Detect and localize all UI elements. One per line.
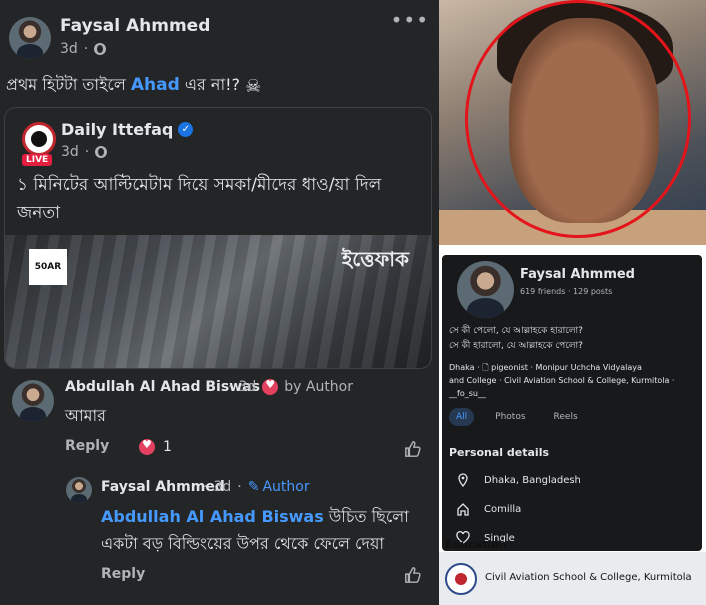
comment-text: আমার [65, 406, 106, 425]
shared-meta: 3d · [61, 144, 108, 160]
reply-time[interactable]: 3d [213, 479, 231, 495]
comment-reaction[interactable]: 1 [139, 438, 172, 455]
love-reaction-icon [139, 438, 155, 455]
globe-icon [94, 43, 107, 55]
comment-meta: · 3d by Author [228, 378, 354, 395]
detail-hometown: Comilla [456, 502, 521, 516]
shared-post-card[interactable]: LIVE Daily Ittefaq ✓ 3d · ১ মিনিটের আল্ট… [4, 107, 432, 369]
shared-post-text: ১ মিনিটের আল্টিমেটাম দিয়ে সমকা/মীদের ধা… [17, 175, 382, 223]
reply-mention-link[interactable]: Abdullah Al Ahad Biswas [101, 507, 324, 526]
by-author-label: by Author [284, 379, 354, 395]
like-icon[interactable] [404, 566, 422, 584]
like-icon[interactable] [404, 440, 422, 458]
video-watermark: ইত্তেফাক [341, 247, 409, 271]
post-text: প্রথম হিটটা তাইলে Ahad এর না!? ☠ [6, 75, 262, 97]
profile-name[interactable]: Faysal Ahmmed [520, 267, 635, 282]
video-thumbnail[interactable]: 50AR ইত্তেফাক [5, 235, 431, 368]
profile-info: Dhaka · 🗋 pigeonist · Monipur Uchcha Vid… [449, 361, 699, 400]
reply-meta: · 3d · ✎ Author [203, 479, 310, 495]
post-author-name[interactable]: Faysal Ahmmed [60, 16, 210, 36]
education-school[interactable]: Civil Aviation School & College, Kurmito… [485, 572, 692, 583]
shared-time[interactable]: 3d [61, 144, 79, 160]
portrait-photo [439, 0, 706, 245]
school-logo [445, 563, 477, 595]
education-title: Education [445, 538, 507, 551]
live-badge: LIVE [22, 154, 53, 166]
reply-text: Abdullah Al Ahad Biswas উচিত ছিলো একটা ব… [101, 507, 409, 553]
skull-icon: ☠ [245, 76, 262, 97]
heart-icon [262, 378, 279, 395]
commenter-avatar[interactable] [12, 380, 54, 422]
instagram-handle[interactable]: __fo_su__ [449, 387, 699, 400]
profile-avatar[interactable] [457, 261, 514, 318]
location-pin-icon [458, 473, 468, 487]
post-mention-link[interactable]: Ahad [131, 75, 180, 95]
author-tag: ✎ Author [247, 479, 310, 495]
shared-page-name[interactable]: Daily Ittefaq ✓ [61, 120, 194, 139]
pencil-icon: ✎ [247, 479, 260, 495]
tab-all[interactable]: All [449, 408, 475, 426]
post-author-avatar[interactable] [9, 17, 51, 59]
reply-reply-button[interactable]: Reply [101, 566, 145, 582]
video-corner-badge: 50AR [29, 249, 67, 285]
profile-panel: Faysal Ahmmed 619 friends · 129 posts সে… [439, 245, 706, 605]
profile-bio: সে কী পেলো, যে আল্লাহকে হারালো? সে কী হা… [449, 326, 583, 351]
page-logo[interactable] [22, 122, 56, 156]
post-time[interactable]: 3d [60, 41, 78, 57]
red-highlight-circle [465, 0, 691, 238]
more-options-icon[interactable]: ••• [391, 8, 429, 32]
globe-icon [95, 146, 108, 158]
reply-author-avatar[interactable] [66, 477, 92, 503]
tab-photos[interactable]: Photos [488, 408, 532, 426]
facebook-post: Faysal Ahmmed 3d · ••• প্রথম হিটটা তাইলে… [0, 0, 439, 605]
tab-reels[interactable]: Reels [547, 408, 585, 426]
detail-location: Dhaka, Bangladesh [456, 473, 581, 487]
personal-details-title: Personal details [449, 446, 550, 459]
profile-tabs: All Photos Reels [449, 408, 585, 426]
profile-stats[interactable]: 619 friends · 129 posts [520, 287, 612, 296]
reaction-count: 1 [163, 439, 172, 455]
comment-reply-button[interactable]: Reply [65, 438, 109, 454]
profile-card: Faysal Ahmmed 619 friends · 129 posts সে… [442, 255, 702, 551]
post-meta: 3d · [60, 41, 107, 57]
home-icon [457, 503, 469, 516]
verified-badge-icon: ✓ [178, 122, 194, 137]
comment-time[interactable]: 3d [238, 379, 256, 395]
